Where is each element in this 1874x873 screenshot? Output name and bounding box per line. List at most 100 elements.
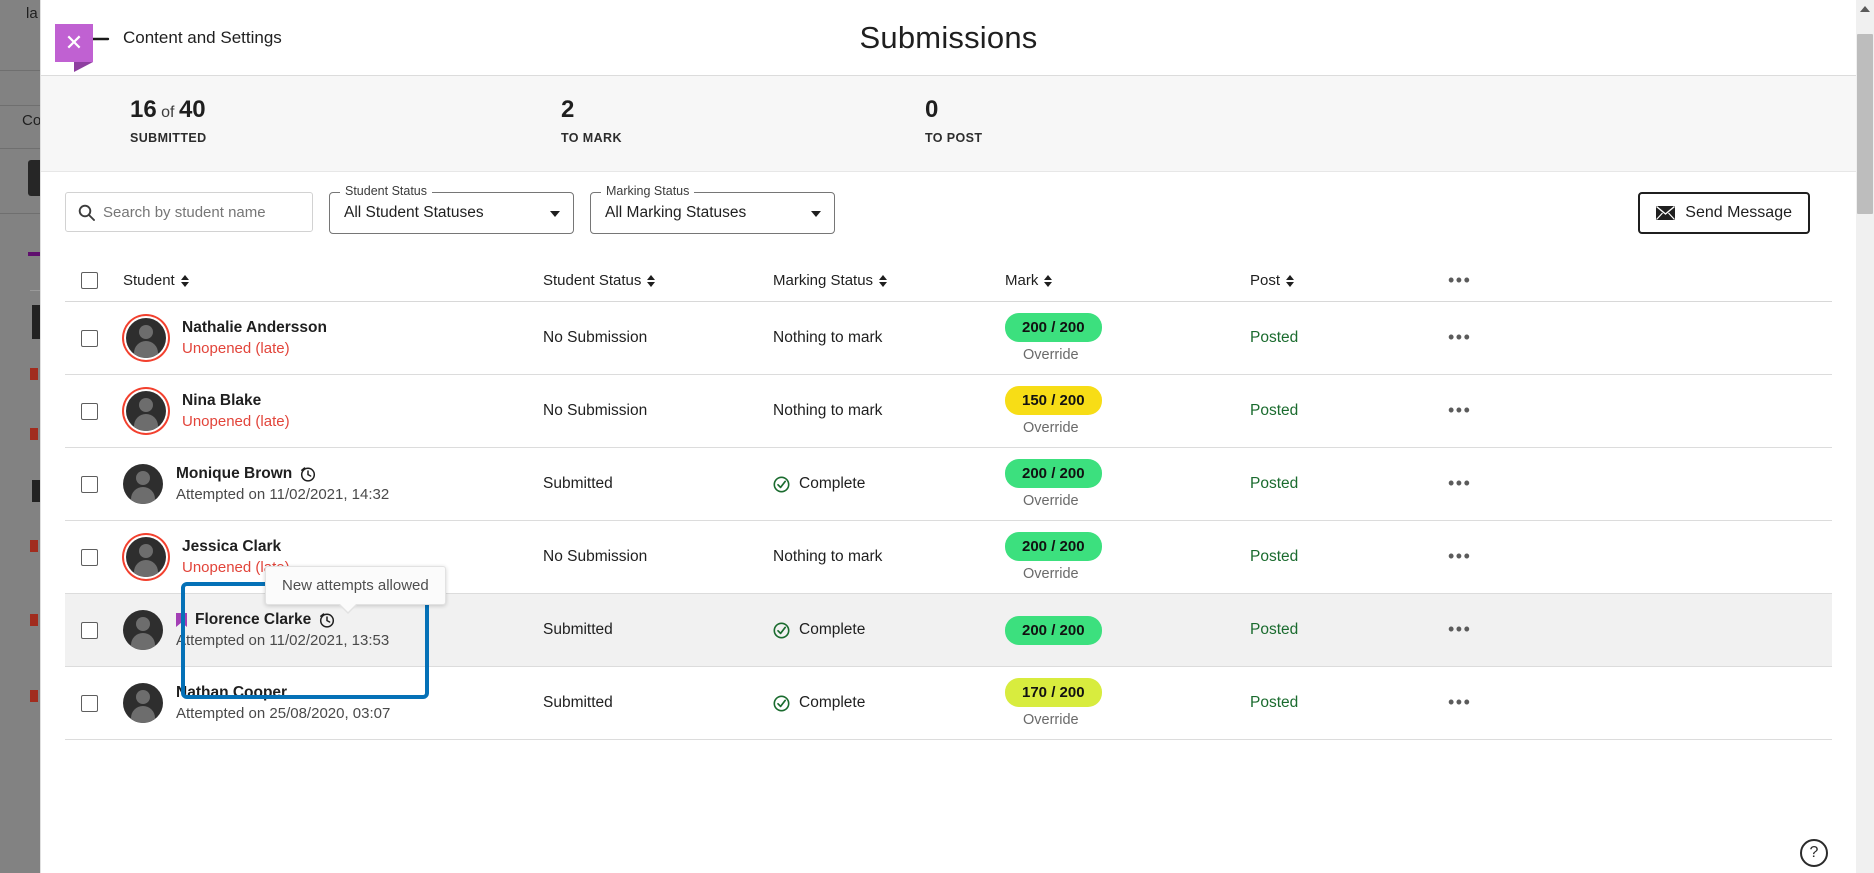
student-name-text: Nathalie Andersson — [182, 319, 327, 337]
post-status[interactable]: Posted — [1250, 475, 1298, 492]
student-info: Nina BlakeUnopened (late) — [123, 391, 543, 431]
mark-override-label: Override — [1023, 420, 1079, 436]
table-row[interactable]: Nina BlakeUnopened (late)No SubmissionNo… — [65, 375, 1832, 448]
row-select-cell — [65, 549, 123, 566]
post-status[interactable]: Posted — [1250, 621, 1298, 638]
mark-cell: 170 / 200 Override — [1005, 678, 1250, 728]
mark-pill[interactable]: 200 / 200 — [1005, 313, 1102, 342]
mark-wrapper: 200 / 200Override — [1005, 313, 1250, 363]
close-panel-button[interactable]: ✕ — [55, 24, 93, 70]
submissions-table: Student Student Status Marking Status Ma… — [41, 260, 1856, 740]
table-row[interactable]: Nathalie Andersson Unopened (late) No Subm… — [65, 302, 1832, 375]
student-cell: Florence ClarkeAttempted on 11/02/2021, … — [123, 610, 543, 650]
background-divider — [0, 70, 40, 71]
mark-wrapper: 200 / 200Override — [1005, 532, 1250, 582]
sort-student-button[interactable]: Student — [123, 272, 190, 289]
student-status-cell: No Submission — [543, 329, 773, 347]
sort-post-button[interactable]: Post — [1250, 272, 1295, 289]
row-options-icon[interactable]: ••• — [1448, 692, 1471, 712]
row-options-icon[interactable]: ••• — [1448, 619, 1471, 639]
stat-to-mark-caption: TO MARK — [561, 131, 622, 145]
mark-pill[interactable]: 200 / 200 — [1005, 459, 1102, 488]
student-cell: Nathan CooperAttempted on 25/08/2020, 03… — [123, 683, 543, 723]
search-input[interactable] — [95, 194, 312, 230]
mark-pill[interactable]: 200 / 200 — [1005, 532, 1102, 561]
student-name[interactable]: Nathan Cooper — [176, 684, 390, 702]
mark-override-label: Override — [1023, 712, 1079, 728]
sort-student-status-button[interactable]: Student Status — [543, 272, 656, 289]
help-button[interactable]: ? — [1800, 839, 1828, 867]
table-row[interactable]: Nathan CooperAttempted on 25/08/2020, 03… — [65, 667, 1832, 740]
select-all-checkbox[interactable] — [81, 272, 98, 289]
student-substatus: Attempted on 11/02/2021, 14:32 — [176, 486, 389, 503]
chevron-up-icon — [1860, 6, 1870, 12]
post-cell: Posted — [1250, 475, 1448, 493]
row-checkbox[interactable] — [81, 549, 98, 566]
row-options-icon[interactable]: ••• — [1448, 473, 1471, 493]
marking-status-cell: Complete — [773, 621, 1005, 639]
table-row[interactable]: Monique Brown Attempted on 11/02/2021, 14… — [65, 448, 1832, 521]
marking-status-select[interactable]: Marking Status All Marking Statuses — [590, 192, 835, 234]
scrollbar-thumb[interactable] — [1857, 34, 1873, 214]
chevron-down-icon — [811, 211, 821, 217]
student-name[interactable]: Monique Brown — [176, 465, 389, 483]
row-checkbox[interactable] — [81, 330, 98, 347]
student-name[interactable]: Jessica Clark — [182, 538, 290, 556]
student-status-cell: No Submission — [543, 548, 773, 566]
background-chip — [30, 540, 38, 552]
post-status[interactable]: Posted — [1250, 329, 1298, 346]
student-info: Monique Brown Attempted on 11/02/2021, 14… — [123, 464, 543, 504]
mark-pill[interactable]: 150 / 200 — [1005, 386, 1102, 415]
post-status[interactable]: Posted — [1250, 694, 1298, 711]
vertical-scrollbar[interactable] — [1856, 0, 1874, 873]
sort-marking-status-button[interactable]: Marking Status — [773, 272, 888, 289]
scroll-up-button[interactable] — [1856, 0, 1874, 18]
student-name[interactable]: Nathalie Andersson — [182, 319, 327, 337]
student-text: Florence ClarkeAttempted on 11/02/2021, … — [176, 611, 389, 649]
avatar — [123, 610, 163, 650]
envelope-icon — [1656, 206, 1675, 220]
send-message-button[interactable]: Send Message — [1638, 192, 1810, 234]
chevron-down-icon — [550, 211, 560, 217]
student-name-text: Nathan Cooper — [176, 684, 287, 702]
post-cell: Posted — [1250, 621, 1448, 639]
row-select-cell — [65, 695, 123, 712]
stat-submitted-count: 16 — [130, 96, 157, 123]
mark-pill[interactable]: 200 / 200 — [1005, 616, 1102, 645]
student-name[interactable]: Nina Blake — [182, 392, 290, 410]
post-status[interactable]: Posted — [1250, 548, 1298, 565]
background-divider — [0, 213, 40, 214]
header-marking-status-label: Marking Status — [773, 272, 873, 289]
mark-wrapper: 200 / 200 — [1005, 616, 1250, 645]
mark-pill[interactable]: 170 / 200 — [1005, 678, 1102, 707]
clock-icon — [319, 612, 335, 628]
post-status[interactable]: Posted — [1250, 402, 1298, 419]
student-status-cell: Submitted — [543, 621, 773, 639]
stat-submitted: 16 of 40 SUBMITTED — [130, 98, 207, 145]
table-options-icon[interactable]: ••• — [1448, 270, 1471, 290]
row-checkbox[interactable] — [81, 476, 98, 493]
row-checkbox[interactable] — [81, 695, 98, 712]
marking-status-value: Complete — [773, 694, 1005, 712]
student-substatus: Unopened (late) — [182, 340, 327, 357]
header-student-status-label: Student Status — [543, 272, 641, 289]
row-checkbox[interactable] — [81, 403, 98, 420]
marking-status-text: Complete — [799, 475, 865, 493]
marking-status-cell: Nothing to mark — [773, 548, 1005, 566]
row-options-icon[interactable]: ••• — [1448, 546, 1471, 566]
sort-icon — [1044, 274, 1053, 288]
row-checkbox[interactable] — [81, 622, 98, 639]
student-status-select[interactable]: Student Status All Student Statuses — [329, 192, 574, 234]
row-options-icon[interactable]: ••• — [1448, 327, 1471, 347]
student-status-cell: Submitted — [543, 694, 773, 712]
avatar — [126, 391, 166, 431]
background-chip — [30, 690, 38, 702]
mark-override-label: Override — [1023, 493, 1079, 509]
mark-cell: 200 / 200Override — [1005, 313, 1250, 363]
sort-icon — [647, 274, 656, 288]
sort-mark-button[interactable]: Mark — [1005, 272, 1053, 289]
stat-submitted-caption: SUBMITTED — [130, 131, 207, 145]
search-box[interactable] — [65, 192, 313, 232]
mark-cell: 200 / 200 Override — [1005, 459, 1250, 509]
row-options-icon[interactable]: ••• — [1448, 400, 1471, 420]
